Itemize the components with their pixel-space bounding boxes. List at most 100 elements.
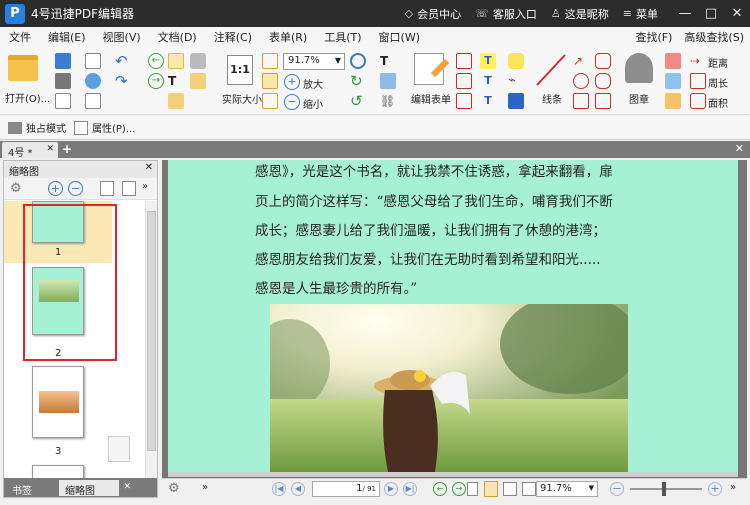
stamp-icon[interactable] — [625, 53, 653, 83]
menu-document[interactable]: 文档(D) — [149, 29, 205, 45]
area-label[interactable]: 面积 — [708, 95, 728, 110]
open-button-label[interactable]: 打开(O)... — [5, 90, 50, 105]
nav-back-button[interactable]: ← — [433, 482, 447, 496]
print-icon[interactable] — [55, 73, 71, 89]
tab-thumbnails[interactable]: 缩略图 ✕ — [59, 480, 131, 497]
zoom-in-thumb-icon[interactable]: + — [48, 181, 63, 196]
menu-view[interactable]: 视图(V) — [94, 29, 149, 45]
highlight-text-icon[interactable]: T — [480, 53, 496, 69]
tab-document-4[interactable]: 4号 * ✕ — [2, 142, 58, 159]
image-icon[interactable] — [168, 93, 184, 109]
perimeter-label[interactable]: 周长 — [708, 75, 728, 90]
menu-tools[interactable]: 工具(T) — [315, 29, 369, 45]
pen-icon[interactable] — [665, 93, 681, 109]
magnifier-icon[interactable] — [350, 53, 366, 69]
last-page-button[interactable]: ▶| — [403, 482, 417, 496]
sound-icon[interactable] — [508, 93, 524, 109]
line-tool-label[interactable]: 线条 — [542, 91, 562, 106]
main-menu-button[interactable]: ≡ 菜单 — [623, 6, 658, 22]
status-more-right-icon[interactable]: » — [730, 482, 736, 493]
exclusive-mode-button[interactable]: 独占模式 — [26, 120, 66, 135]
gear-icon[interactable]: ⚙ — [10, 181, 22, 196]
zoom-out-label[interactable]: 缩小 — [303, 96, 323, 111]
insert-text-icon[interactable]: T — [380, 53, 396, 69]
tab-close-icon[interactable]: ✕ — [123, 482, 131, 492]
pdf-page[interactable]: 感恩》，光是这个书名，就让我禁不住诱惑，拿起来翻看，扉 页上的简介这样写：“感恩… — [168, 160, 738, 472]
cloud-icon[interactable] — [85, 73, 101, 89]
fit-page-icon[interactable] — [262, 53, 278, 69]
menu-file[interactable]: 文件 — [0, 29, 39, 45]
page-number-input[interactable]: 1/ 91 — [312, 481, 380, 497]
facing-view-icon[interactable] — [503, 482, 517, 496]
menu-form[interactable]: 表单(R) — [260, 29, 315, 45]
undo-icon[interactable]: ↶ — [115, 53, 131, 69]
first-page-button[interactable]: |◀ — [272, 482, 286, 496]
horizontal-scrollbar[interactable] — [168, 472, 738, 477]
close-all-tabs-button[interactable]: ✕ — [735, 142, 744, 155]
line-tool-icon[interactable] — [535, 53, 567, 87]
edit-form-label[interactable]: 编辑表单 — [411, 91, 451, 106]
forward-icon[interactable]: → — [148, 73, 164, 89]
cloud-shape-icon[interactable] — [595, 73, 611, 89]
link-icon[interactable]: ⛓ — [380, 93, 396, 109]
tab-bookmarks[interactable]: 书签 — [6, 480, 38, 497]
text-field-icon[interactable] — [456, 53, 472, 69]
thumbnail-scrollbar[interactable] — [145, 201, 157, 479]
next-page-button[interactable]: ▶ — [384, 482, 398, 496]
menu-edit[interactable]: 编辑(E) — [39, 29, 94, 45]
hand-tool-icon[interactable] — [168, 53, 184, 69]
checkbox-field-icon[interactable] — [456, 73, 472, 89]
previous-page-button[interactable]: ◀ — [291, 482, 305, 496]
zoom-select[interactable]: 91.7% ▼ — [283, 53, 345, 70]
tab-close-icon[interactable]: ✕ — [46, 144, 54, 154]
document-icon[interactable] — [55, 93, 71, 109]
open-folder-icon[interactable] — [8, 55, 38, 81]
distance-label[interactable]: 距离 — [708, 55, 728, 70]
scrollbar-thumb[interactable] — [147, 211, 156, 451]
redo-icon[interactable]: ↷ — [115, 73, 131, 89]
edit-object-icon[interactable] — [190, 73, 206, 89]
cover-view-icon[interactable] — [522, 482, 536, 496]
arrow-shape-icon[interactable]: ↗ — [573, 53, 589, 69]
snapshot-icon[interactable] — [190, 53, 206, 69]
properties-button[interactable]: 属性(P)... — [92, 120, 135, 135]
zoom-slider-handle[interactable] — [662, 482, 666, 496]
back-icon[interactable]: ← — [148, 53, 164, 69]
insert-image-icon[interactable] — [380, 73, 396, 89]
polyline-shape-icon[interactable] — [595, 93, 611, 109]
zoom-slider[interactable] — [630, 482, 702, 496]
radio-field-icon[interactable] — [456, 93, 472, 109]
status-zoom-select[interactable]: 91.7% ▼ — [536, 481, 598, 497]
single-page-view-icon[interactable] — [467, 482, 478, 496]
rotate-right-icon[interactable] — [122, 181, 136, 196]
page-thumbnail-3[interactable] — [32, 366, 84, 438]
member-center-button[interactable]: ◇ 会员中心 — [405, 6, 461, 22]
fit-visible-icon[interactable] — [262, 93, 278, 109]
settings-gear-icon[interactable]: ⚙ — [168, 481, 180, 496]
rotate-icon[interactable]: ↻ — [350, 73, 366, 89]
rectangle-shape-icon[interactable] — [573, 93, 589, 109]
area-icon[interactable] — [690, 93, 706, 109]
zoom-out-icon[interactable]: − — [284, 94, 300, 110]
advanced-find-button[interactable]: 高级查找(S) — [684, 29, 744, 45]
perimeter-icon[interactable] — [690, 73, 706, 89]
distance-icon[interactable]: ⇢ — [690, 53, 706, 69]
nav-forward-button[interactable]: → — [452, 482, 466, 496]
zoom-in-button[interactable]: + — [708, 482, 722, 496]
close-button[interactable]: ✕ — [724, 6, 750, 21]
actual-size-icon[interactable]: 1:1 — [227, 55, 253, 85]
menu-comment[interactable]: 注释(C) — [205, 29, 260, 45]
zoom-out-thumb-icon[interactable]: − — [68, 181, 83, 196]
status-more-icon[interactable]: » — [202, 482, 208, 493]
menu-window[interactable]: 窗口(W) — [370, 29, 428, 45]
select-text-icon[interactable]: T — [168, 73, 184, 89]
highlighter-icon[interactable] — [665, 73, 681, 89]
strikeout-text-icon[interactable]: T — [480, 73, 496, 89]
find-button[interactable]: 查找(F) — [636, 29, 673, 45]
save-icon[interactable] — [55, 53, 71, 69]
customer-service-button[interactable]: ☏ 客服入口 — [475, 6, 537, 22]
minimize-button[interactable]: — — [672, 6, 698, 21]
circle-shape-icon[interactable] — [573, 73, 589, 89]
panel-close-icon[interactable]: ✕ — [145, 162, 153, 173]
zoom-out-button[interactable]: − — [610, 482, 624, 496]
